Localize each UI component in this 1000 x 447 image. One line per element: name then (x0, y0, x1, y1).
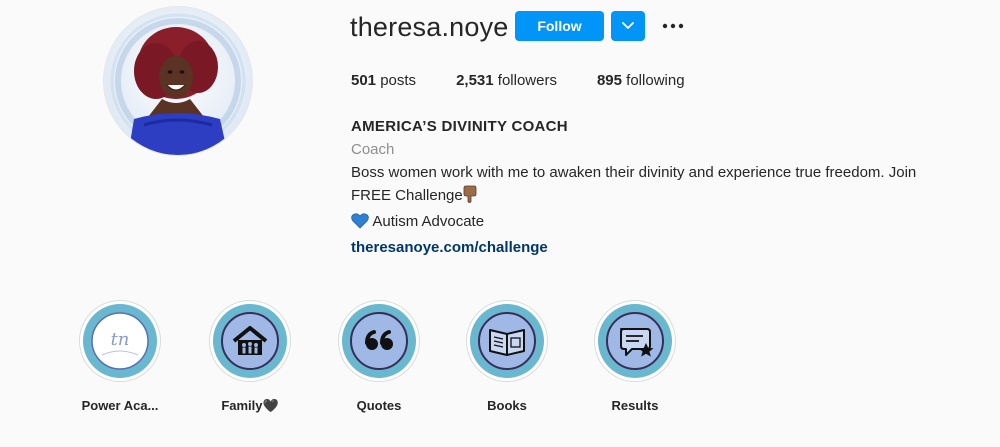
profile-stats: 501 posts 2,531 followers 895 following (351, 72, 725, 90)
following-count: 895 (596, 72, 622, 89)
highlight-cover (466, 300, 548, 382)
bio-category: Coach (351, 141, 395, 158)
highlight-quotes[interactable]: Quotes (329, 300, 429, 413)
followers-stat[interactable]: 2,531 followers (456, 72, 557, 90)
bio-full-name: AMERICA’S DIVINITY COACH (351, 118, 568, 135)
pointing-down-hand-icon (463, 185, 477, 210)
highlight-books[interactable]: Books (457, 300, 557, 413)
chevron-down-icon (622, 22, 634, 29)
highlight-label: Quotes (356, 398, 402, 413)
bio-text-line-2: FREE Challenge (351, 184, 951, 210)
highlight-results[interactable]: Results (585, 300, 685, 413)
svg-text:tn: tn (111, 329, 130, 350)
bio-website-link[interactable]: theresanoye.com/challenge (351, 236, 548, 259)
suggested-accounts-dropdown-button[interactable] (611, 11, 645, 41)
more-options-button[interactable] (658, 14, 688, 38)
bio-challenge-text: FREE Challenge (351, 187, 463, 204)
bio-text-line-3: Autism Advocate (351, 210, 951, 236)
profile-username: theresa.noye (350, 12, 509, 42)
highlight-cover (594, 300, 676, 382)
profile-bio: AMERICA’S DIVINITY COACH Coach Boss wome… (351, 115, 951, 259)
bio-autism-text: Autism Advocate (372, 213, 485, 230)
highlight-label: Results (611, 398, 659, 413)
blue-heart-icon (351, 213, 369, 236)
posts-label: posts (380, 72, 417, 89)
quote-marks-icon (342, 304, 416, 378)
house-family-icon (213, 304, 287, 378)
highlight-label: Books (487, 398, 527, 413)
highlight-cover (338, 300, 420, 382)
highlight-family[interactable]: Family🖤 (200, 300, 300, 414)
followers-label: followers (497, 72, 557, 89)
highlight-power-academy[interactable]: tn Power Aca... (70, 300, 170, 413)
open-book-icon (470, 304, 544, 378)
posts-stat: 501 posts (351, 72, 416, 90)
highlight-cover (209, 300, 291, 382)
profile-avatar[interactable] (103, 6, 253, 156)
avatar-image (104, 7, 252, 155)
logo-tn-icon: tn (83, 304, 157, 378)
follow-button[interactable]: Follow (515, 11, 604, 41)
highlight-label: Power Aca... (81, 398, 159, 413)
following-stat[interactable]: 895 following (597, 72, 685, 90)
followers-count: 2,531 (456, 72, 494, 89)
posts-count: 501 (351, 72, 377, 89)
chat-star-icon (598, 304, 672, 378)
highlight-cover: tn (79, 300, 161, 382)
following-label: following (626, 72, 685, 89)
highlight-label: Family🖤 (221, 398, 279, 413)
ellipsis-icon (662, 23, 684, 29)
bio-text-line-1: Boss women work with me to awaken their … (351, 164, 917, 181)
